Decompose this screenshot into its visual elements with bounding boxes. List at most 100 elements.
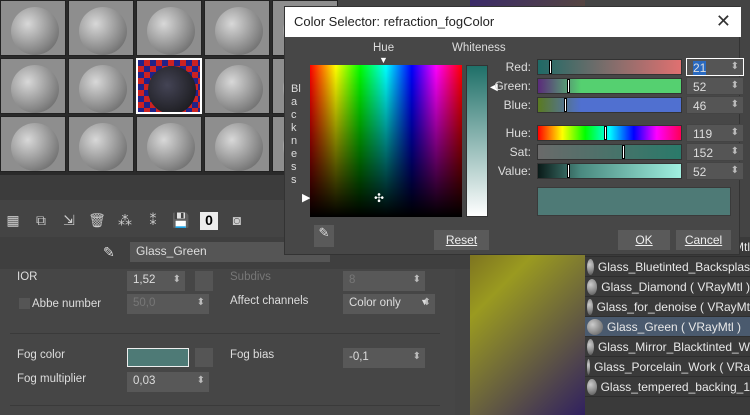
material-list-item[interactable]: Glass_Bluetinted_Backsplas [585,257,750,277]
channel-row: Green: 52 [494,77,744,96]
get-material-icon[interactable]: ▦ [4,212,22,230]
abbe-checkbox[interactable] [19,298,30,309]
slider-thumb[interactable] [563,98,567,112]
material-list-item[interactable]: Glass_for_denoise ( VRayMt [585,297,750,317]
sample-slot[interactable] [204,0,270,56]
ior-spinner[interactable]: 1,52 [127,271,185,291]
channel-spinner[interactable]: 152 [686,143,744,161]
affect-channels-dropdown[interactable]: Color only ▼ [343,294,435,314]
fog-multiplier-spinner[interactable]: 0,03 [127,372,209,392]
sample-slots[interactable] [0,0,338,175]
show-map-icon[interactable]: ◙ [228,212,246,230]
assign-material-icon[interactable]: ⇲ [60,212,78,230]
reset-button[interactable]: Reset [434,230,489,250]
channel-label: Value: [497,164,531,178]
fog-color-label: Fog color [17,349,65,361]
put-to-scene-icon[interactable]: ⧉ [32,212,50,230]
sample-slot[interactable] [0,0,66,56]
channel-spinner[interactable]: 119 [686,124,744,142]
material-list-item[interactable]: Glass_Diamond ( VRayMtl ) [585,277,750,297]
affect-channels-value: Color only [349,297,401,309]
divider [10,333,440,334]
fog-color-swatch[interactable] [127,348,189,367]
material-thumbnail-icon [587,338,594,355]
subdivs-spinner[interactable]: 8 [343,271,425,291]
channel-slider[interactable] [537,97,682,113]
material-list-item[interactable]: Glass_Porcelain_Work ( VRa [585,357,750,377]
channel-spinner[interactable]: 21 [686,58,744,76]
slider-thumb[interactable] [566,164,570,178]
parameters-panel: IOR 1,52 Subdivs 8 Abbe number 50,0 Affe… [0,269,455,415]
material-list-item[interactable]: Glass_Green ( VRayMtl ) [585,317,750,337]
save-icon[interactable]: 💾 [172,212,190,230]
fog-bias-spinner[interactable]: -0,1 [343,348,425,368]
channel-spinner[interactable]: 52 [686,162,744,180]
channel-label: Hue: [505,126,531,140]
channel-slider[interactable] [537,163,682,179]
material-list-label: Glass_Mirror_Blacktinted_W [597,339,750,354]
sample-slot[interactable] [68,116,134,172]
material-list-label: Glass_for_denoise ( VRayMt [596,299,750,314]
channel-spinner[interactable]: 52 [686,77,744,95]
channel-row: Red: 21 [500,58,744,77]
sample-slot[interactable] [204,116,270,172]
channel-spinner[interactable]: 46 [686,96,744,114]
channel-slider[interactable] [537,144,682,160]
ior-map-button[interactable] [195,271,213,291]
sample-slot[interactable] [136,116,202,172]
subdivs-label: Subdivs [230,271,271,283]
channel-row: Value: 52 [498,162,744,181]
abbe-label: Abbe number [32,298,102,310]
sample-slot[interactable] [68,0,134,56]
close-icon[interactable]: ✕ [716,11,731,32]
affect-channels-label: Affect channels [230,295,309,307]
slider-thumb[interactable] [549,60,553,74]
cancel-button[interactable]: Cancel [676,230,731,250]
slider-thumb[interactable] [603,126,607,140]
eyedropper-button[interactable]: ✎ [314,225,334,247]
material-toolbar: ▦ ⧉ ⇲ 🗑 ⁂ ⁑ 💾 0 ◙ [0,205,290,237]
whiteness-label: Whiteness [452,42,506,54]
make-unique-icon[interactable]: ⁑ [144,212,162,230]
sample-slot[interactable] [0,58,66,114]
ok-button[interactable]: OK [618,230,670,250]
delete-icon[interactable]: 🗑 [88,212,106,230]
material-list[interactable]: Glass_Black_Work ( VRayMtlGlass_Bluetint… [585,237,750,415]
sample-slot[interactable] [136,0,202,56]
material-id-icon[interactable]: 0 [200,212,218,230]
sample-slot[interactable] [0,116,66,172]
crosshair-icon: ✣ [374,191,385,205]
channel-label: Sat: [509,145,531,159]
channel-label: Green: [494,79,531,93]
dialog-title-bar: Color Selector: refraction_fogColor [285,7,741,37]
sample-slot-selected[interactable] [136,58,202,114]
material-list-item[interactable]: Glass_Mirror_Blacktinted_W [585,337,750,357]
sample-slot[interactable] [68,58,134,114]
slider-thumb[interactable] [566,79,570,93]
material-list-label: Glass_Diamond ( VRayMtl ) [601,279,750,294]
channel-value: 21 [693,61,707,75]
material-thumbnail-icon [587,358,591,375]
hue-blackness-field[interactable]: ✣ [310,65,462,217]
material-list-label: Glass_Porcelain_Work ( VRa [594,359,750,374]
material-list-label: Glass_Bluetinted_Backsplas [597,259,750,274]
channel-slider[interactable] [537,59,682,75]
sample-slot[interactable] [204,58,270,114]
channel-slider[interactable] [537,125,682,141]
fog-bias-label: Fog bias [230,349,275,361]
hue-label: Hue [373,42,395,54]
material-list-item[interactable]: Glass_tempered_backing_1 [585,377,750,397]
channel-value: 52 [693,80,707,94]
hue-pointer-icon[interactable]: ▼ [379,55,388,65]
slots-scrollbar[interactable] [0,175,285,200]
eyedropper-icon[interactable]: ✎ [103,244,115,261]
channel-slider[interactable] [537,78,682,94]
slider-thumb[interactable] [622,145,626,159]
fog-color-map-button[interactable] [195,348,213,367]
make-copy-icon[interactable]: ⁂ [116,212,134,230]
material-list-label: Glass_Green ( VRayMtl ) [607,319,742,334]
color-preview [537,187,731,216]
channel-label: Red: [505,60,531,74]
material-thumbnail-icon [587,298,593,315]
abbe-spinner[interactable]: 50,0 [127,294,209,314]
